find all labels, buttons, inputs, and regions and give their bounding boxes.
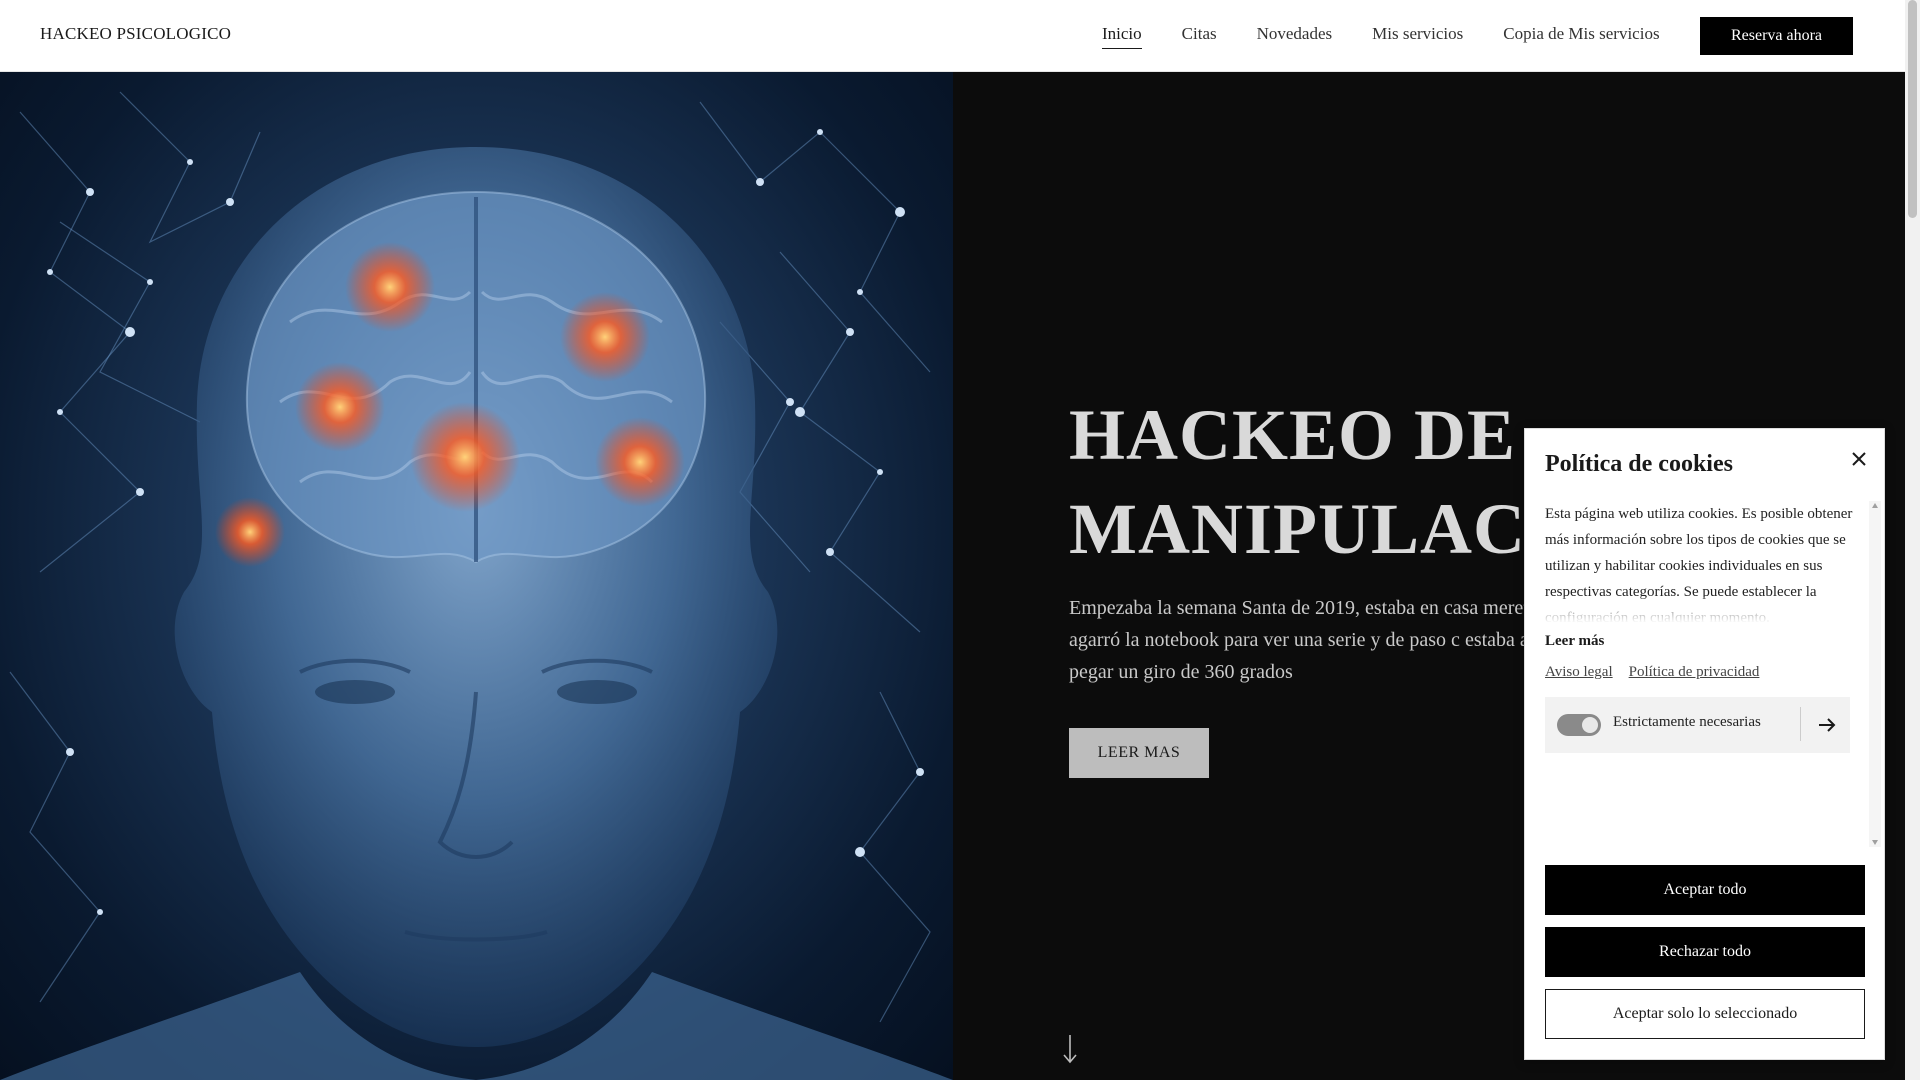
- category-divider: [1800, 707, 1801, 741]
- scroll-down-icon[interactable]: [1872, 840, 1878, 845]
- reject-all-button[interactable]: Rechazar todo: [1545, 927, 1865, 977]
- read-more-button[interactable]: LEER MAS: [1069, 728, 1209, 778]
- necessary-cookies-toggle[interactable]: [1557, 714, 1601, 736]
- hero-brain-image: [0, 72, 953, 1080]
- cookie-category-necessary: Estrictamente necesarias: [1545, 697, 1850, 753]
- cookie-legal-links: Aviso legal Política de privacidad: [1545, 664, 1863, 681]
- hero-title-line-2: MANIPULACI: [1069, 489, 1555, 569]
- accept-all-button[interactable]: Aceptar todo: [1545, 865, 1865, 915]
- book-now-button[interactable]: Reserva ahora: [1700, 17, 1853, 55]
- hero-title: HACKEO DE MANIPULACI: [1069, 388, 1555, 576]
- accept-selected-button[interactable]: Aceptar solo lo seleccionado: [1545, 989, 1865, 1039]
- page-scrollbar[interactable]: [1905, 0, 1920, 1080]
- nav-item-citas[interactable]: Citas: [1182, 24, 1217, 49]
- site-brand[interactable]: HACKEO PSICOLOGICO: [40, 24, 231, 44]
- nav-item-mis-servicios[interactable]: Mis servicios: [1372, 24, 1463, 49]
- page-scrollbar-thumb[interactable]: [1908, 0, 1917, 218]
- brain-network-illustration: [0, 91, 953, 1080]
- cookie-modal-body: Esta página web utiliza cookies. Es posi…: [1545, 501, 1863, 773]
- privacy-policy-link[interactable]: Política de privacidad: [1629, 664, 1760, 681]
- site-header: HACKEO PSICOLOGICO Inicio Citas Novedade…: [0, 0, 1905, 72]
- close-icon[interactable]: [1847, 447, 1871, 471]
- cookie-modal-scrollbar[interactable]: [1869, 501, 1881, 847]
- cookie-read-more-link[interactable]: Leer más: [1545, 633, 1863, 650]
- cookie-modal-title: Política de cookies: [1545, 451, 1733, 477]
- arrow-down-icon[interactable]: [1062, 1034, 1078, 1064]
- hero-title-line-1: HACKEO DE: [1069, 395, 1517, 475]
- arrow-right-icon[interactable]: [1815, 713, 1839, 737]
- nav-item-inicio[interactable]: Inicio: [1102, 24, 1142, 49]
- cookie-category-label: Estrictamente necesarias: [1613, 714, 1761, 730]
- cookie-policy-modal: Política de cookies Esta página web util…: [1524, 428, 1885, 1060]
- scroll-up-icon[interactable]: [1872, 503, 1878, 508]
- nav-item-novedades[interactable]: Novedades: [1257, 24, 1333, 49]
- legal-notice-link[interactable]: Aviso legal: [1545, 664, 1613, 681]
- cookie-description: Esta página web utiliza cookies. Es posi…: [1545, 501, 1863, 623]
- nav-item-copia-mis-servicios[interactable]: Copia de Mis servicios: [1503, 24, 1659, 49]
- toggle-knob: [1582, 717, 1598, 733]
- main-nav: Inicio Citas Novedades Mis servicios Cop…: [1102, 24, 1660, 49]
